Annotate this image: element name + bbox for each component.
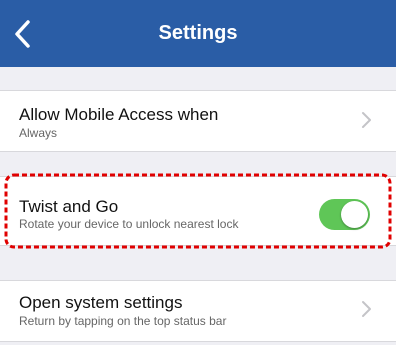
- navigation-bar: Settings: [0, 0, 396, 67]
- twist-and-go-row: Twist and Go Rotate your device to unloc…: [0, 176, 396, 246]
- page-title: Settings: [158, 22, 238, 44]
- mobile-access-value: Always: [19, 126, 58, 140]
- system-settings-description: Return by tapping on the top status bar: [19, 314, 227, 328]
- mobile-access-title: Allow Mobile Access when: [19, 105, 219, 124]
- system-settings-title: Open system settings: [19, 293, 183, 312]
- twist-and-go-toggle[interactable]: [319, 199, 370, 230]
- system-settings-row[interactable]: Open system settings Return by tapping o…: [0, 280, 396, 342]
- twist-and-go-description: Rotate your device to unlock nearest loc…: [19, 217, 239, 231]
- chevron-right-icon: [362, 301, 371, 317]
- twist-and-go-title: Twist and Go: [19, 197, 119, 216]
- mobile-access-row[interactable]: Allow Mobile Access when Always: [0, 90, 396, 152]
- chevron-right-icon: [362, 112, 371, 128]
- toggle-knob: [341, 201, 368, 228]
